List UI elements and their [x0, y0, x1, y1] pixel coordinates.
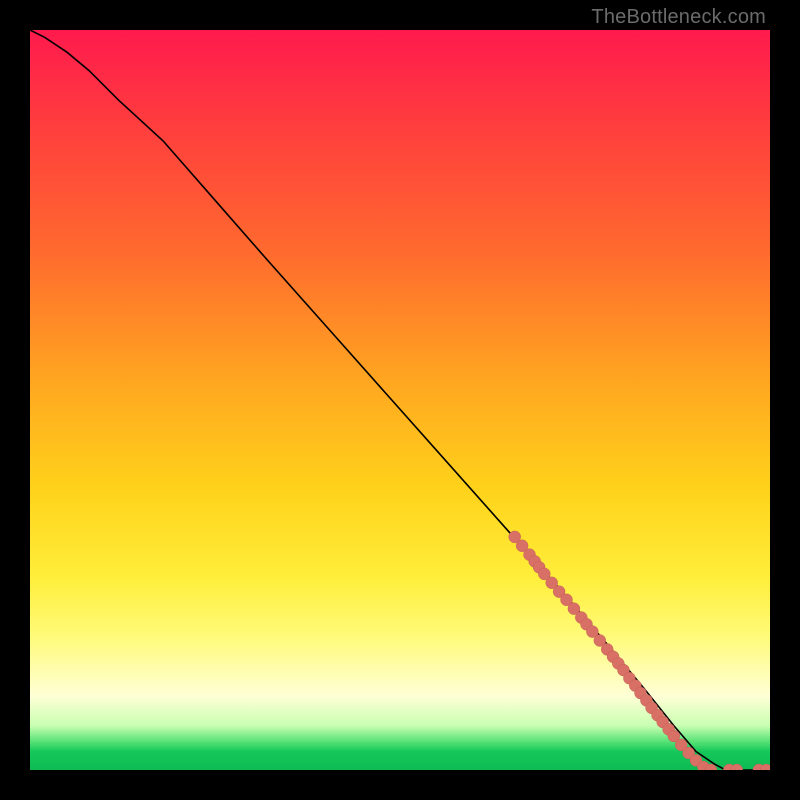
chart-svg: [30, 30, 770, 770]
curve-line: [30, 30, 770, 770]
watermark-text: TheBottleneck.com: [591, 6, 766, 29]
plot-area: [30, 30, 770, 770]
marker-group: [509, 531, 770, 770]
chart-frame: TheBottleneck.com: [0, 0, 800, 800]
